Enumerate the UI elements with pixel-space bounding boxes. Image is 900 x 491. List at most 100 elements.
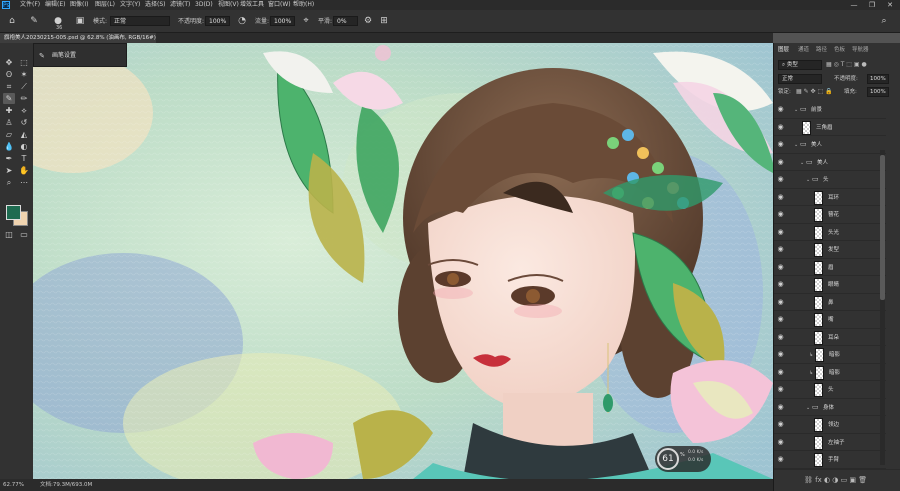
layer-name[interactable]: 发型 [828, 246, 839, 255]
brush-tool-icon[interactable]: ✎ [28, 15, 40, 27]
layer-thumbnail[interactable] [814, 435, 823, 450]
eye-icon[interactable]: ◉ [777, 246, 784, 253]
eye-icon[interactable]: ◉ [777, 281, 784, 288]
layer-actions-bar[interactable]: ⛓ fx ◐ ◑ ▭ ▣ 🗑 [774, 469, 900, 489]
home-icon[interactable]: ⌂ [6, 15, 18, 27]
crop-tool-icon[interactable]: ⌗ [3, 81, 15, 92]
mode-select[interactable]: 正常 [110, 16, 170, 26]
expand-arrow-icon[interactable]: ⌄ [806, 405, 811, 411]
healing-tool-icon[interactable]: ✚ [3, 105, 15, 116]
layer-thumbnail[interactable] [814, 260, 823, 275]
layer-row[interactable]: ◉ 领边 [774, 416, 886, 434]
document-tab[interactable]: 旗袍美人20230215-005.psd @ 62.8% (油画布, RGB/1… [0, 33, 156, 51]
menu-item[interactable]: 文件(F) [20, 1, 40, 9]
layer-thumbnail[interactable] [814, 313, 823, 327]
more-tools-icon[interactable]: ⋯ [18, 177, 30, 188]
menu-item[interactable]: 3D(D) [195, 1, 213, 9]
layer-name[interactable]: 暗影 [829, 351, 840, 360]
eye-icon[interactable]: ◉ [777, 438, 784, 446]
layer-thumbnail[interactable] [815, 348, 824, 362]
layer-name[interactable]: 左袖子 [828, 439, 845, 448]
expand-arrow-icon[interactable]: ⌄ [794, 107, 799, 113]
panel-tab[interactable]: 图层 [778, 46, 789, 55]
eye-icon[interactable]: ◉ [777, 386, 784, 393]
layer-thumbnail[interactable] [814, 383, 823, 397]
layer-name[interactable]: 暗影 [829, 369, 840, 378]
dodge-tool-icon[interactable]: ◐ [18, 141, 30, 152]
layer-row[interactable]: ◉ ⌄ ▭ 美人 [774, 136, 886, 154]
eye-icon[interactable]: ◉ [777, 456, 784, 463]
airbrush-icon[interactable]: ⌖ [300, 15, 312, 27]
paint-bucket-tool-icon[interactable]: ◭ [18, 129, 30, 140]
layer-name[interactable]: 嘴 [828, 316, 834, 325]
symmetry-icon[interactable]: ⊞ [378, 15, 390, 27]
panel-tab[interactable]: 通道 [798, 46, 809, 55]
menu-item[interactable]: 编辑(E) [45, 1, 65, 9]
layer-name[interactable]: 头 [823, 176, 829, 185]
eye-icon[interactable]: ◉ [777, 403, 784, 411]
gear-icon[interactable]: ⚙ [362, 15, 374, 27]
layer-row[interactable]: ◉ ⌄ ▭ 身体 [774, 399, 886, 416]
menu-item[interactable]: 窗口(W) [268, 1, 291, 9]
layers-scrollbar-thumb[interactable] [880, 155, 885, 300]
layer-name[interactable]: 鼻 [828, 299, 834, 308]
document-canvas[interactable] [33, 43, 773, 479]
layer-row[interactable]: ◉ ⌄ ▭ 美人 [774, 154, 886, 171]
brush-settings-panel[interactable]: ✎ 画笔设置 [33, 43, 127, 67]
eye-icon[interactable]: ◉ [777, 316, 784, 323]
layer-row[interactable]: ◉ ⌄ ▭ 前景 [774, 101, 886, 119]
lasso-tool-icon[interactable]: ʘ [3, 69, 15, 80]
layer-row[interactable]: ◉ 头 [774, 381, 886, 399]
menu-item[interactable]: 图层(L) [95, 1, 115, 9]
search-icon[interactable]: ⌕ [878, 15, 890, 27]
eye-icon[interactable]: ◉ [777, 158, 784, 166]
foreground-color-swatch[interactable] [6, 205, 21, 220]
layer-row[interactable]: ◉ 手臂 [774, 451, 886, 469]
menu-item[interactable]: 文字(Y) [120, 1, 140, 9]
layer-row[interactable]: ◉ 嘴 [774, 311, 886, 329]
fill-input[interactable]: 100% [867, 87, 889, 97]
menu-item[interactable]: 视图(V) [218, 1, 239, 9]
brush-settings-icon[interactable]: ▣ [74, 15, 86, 27]
layer-opacity-input[interactable]: 100% [867, 74, 889, 84]
layer-name[interactable]: 前景 [811, 106, 822, 115]
layer-row[interactable]: ◉ 发型 [774, 241, 886, 259]
layer-name[interactable]: 眉 [828, 264, 834, 273]
expand-arrow-icon[interactable]: ⌄ [800, 160, 805, 166]
menu-item[interactable]: 滤镜(T) [170, 1, 190, 9]
menu-item[interactable]: 图像(I) [70, 1, 88, 9]
eye-icon[interactable]: ◉ [777, 176, 784, 183]
expand-arrow-icon[interactable]: ⌄ [794, 142, 799, 148]
eye-icon[interactable]: ◉ [777, 106, 784, 113]
clone-stamp-tool-icon[interactable]: ♙ [3, 117, 15, 128]
lock-icons[interactable]: ▦ ✎ ✥ ⬚ 🔒 [796, 88, 833, 96]
layer-thumbnail[interactable] [814, 225, 823, 240]
expand-arrow-icon[interactable]: ⌄ [806, 177, 811, 183]
eye-icon[interactable]: ◉ [777, 193, 784, 201]
layer-filter-icons[interactable]: ▦ ◎ T ⬚ ▣ ● [826, 61, 886, 69]
layer-row[interactable]: ◉ 眼睛 [774, 276, 886, 294]
eyedropper-tool-icon[interactable]: ⟋ [18, 81, 30, 92]
eye-icon[interactable]: ◉ [777, 368, 784, 376]
eye-icon[interactable]: ◉ [777, 228, 784, 236]
minimize-button[interactable]: — [848, 0, 860, 10]
type-tool-icon[interactable]: T [18, 153, 30, 164]
layer-name[interactable]: 美人 [811, 141, 822, 150]
layer-row[interactable]: ◉ 眉 [774, 259, 886, 276]
opacity-input[interactable]: 100% [205, 16, 230, 26]
layer-row[interactable]: ◉ ⌄ ▭ 头 [774, 171, 886, 189]
magic-wand-tool-icon[interactable]: ✶ [18, 69, 30, 80]
layer-name[interactable]: 领边 [828, 421, 839, 430]
brush-tool-icon[interactable]: ✎ [3, 93, 15, 104]
layer-thumbnail[interactable] [814, 418, 823, 432]
panel-tab[interactable]: 导航器 [852, 46, 869, 55]
menu-item[interactable]: 选择(S) [145, 1, 166, 9]
layer-name[interactable]: 簪花 [828, 211, 839, 220]
layer-row[interactable]: ◉ 头光 [774, 224, 886, 241]
layer-name[interactable]: 头光 [828, 229, 839, 238]
layer-thumbnail[interactable] [802, 120, 811, 135]
eye-icon[interactable]: ◉ [777, 141, 784, 148]
eye-icon[interactable]: ◉ [777, 333, 784, 341]
layer-thumbnail[interactable] [815, 365, 824, 380]
zoom-level[interactable]: 62.77% [3, 479, 24, 491]
